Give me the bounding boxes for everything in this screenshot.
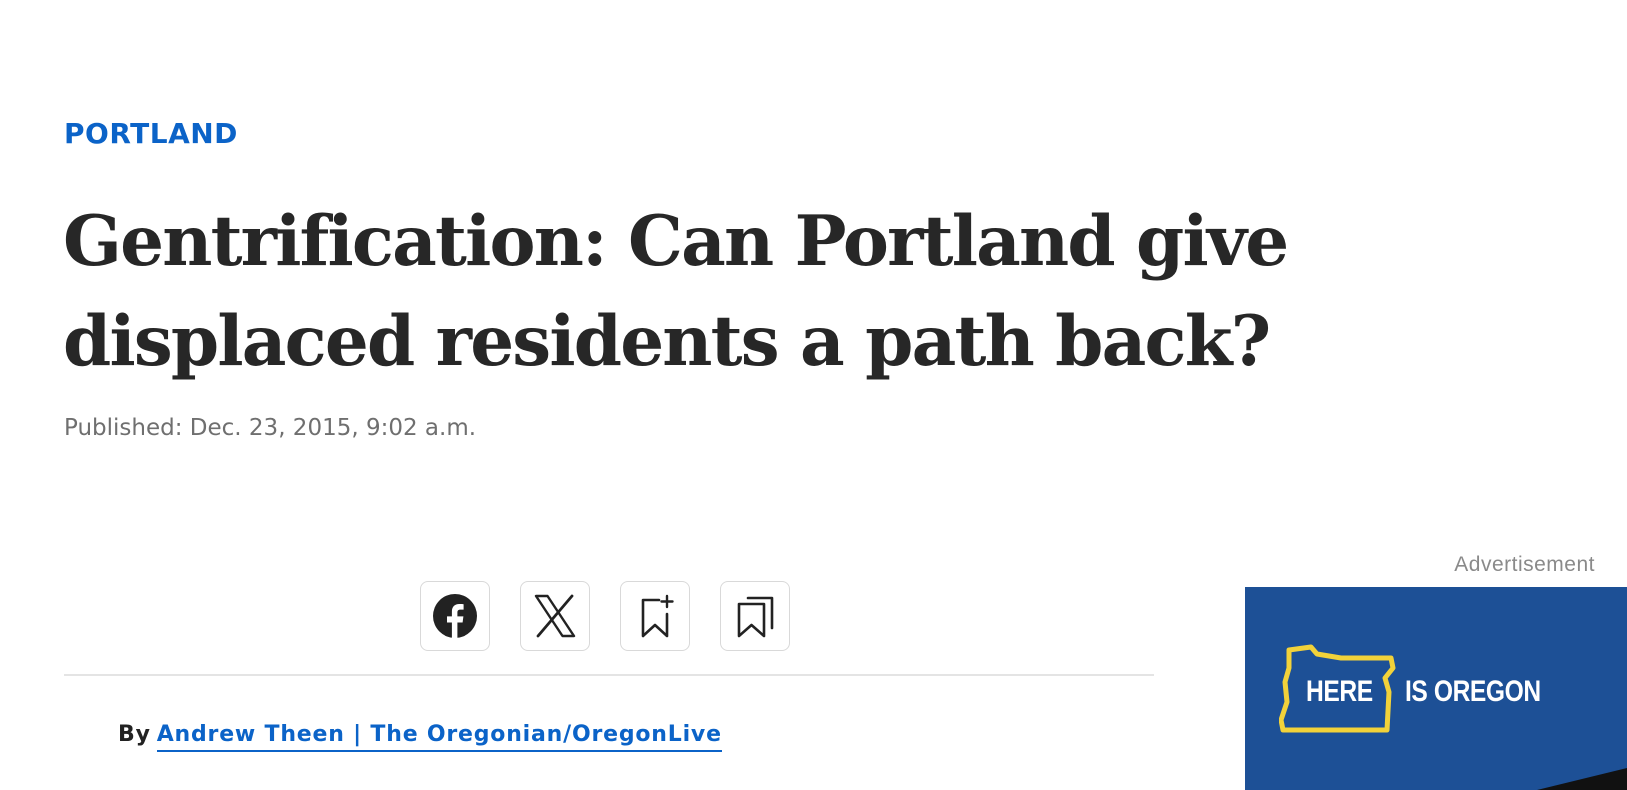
share-toolbar (420, 581, 790, 651)
byline: By Andrew Theen | The Oregonian/OregonLiv… (118, 722, 722, 752)
saved-articles-button[interactable] (720, 581, 790, 651)
author-link[interactable]: Andrew Theen | The Oregonian/OregonLive (156, 722, 722, 752)
share-facebook-button[interactable] (420, 581, 490, 651)
saved-bookmarks-icon (737, 596, 774, 638)
facebook-icon (433, 594, 477, 639)
section-label[interactable]: PORTLAND (64, 117, 238, 150)
article-headline: Gentrification: Can Portland give displa… (63, 201, 1289, 382)
advertisement-banner[interactable]: HERE IS OREGON (1245, 587, 1627, 790)
ad-corner-decoration (1537, 768, 1627, 790)
advertisement-label: Advertisement (1454, 553, 1595, 576)
ad-text-here: HERE (1306, 675, 1373, 708)
byline-prefix: By (118, 722, 151, 747)
ad-text-is-oregon: IS OREGON (1405, 675, 1541, 708)
byline-divider (64, 674, 1154, 676)
bookmark-add-icon (641, 594, 674, 638)
x-icon (534, 594, 576, 638)
save-article-button[interactable] (620, 581, 690, 651)
published-date: Published: Dec. 23, 2015, 9:02 a.m. (64, 415, 477, 441)
share-x-button[interactable] (520, 581, 590, 651)
